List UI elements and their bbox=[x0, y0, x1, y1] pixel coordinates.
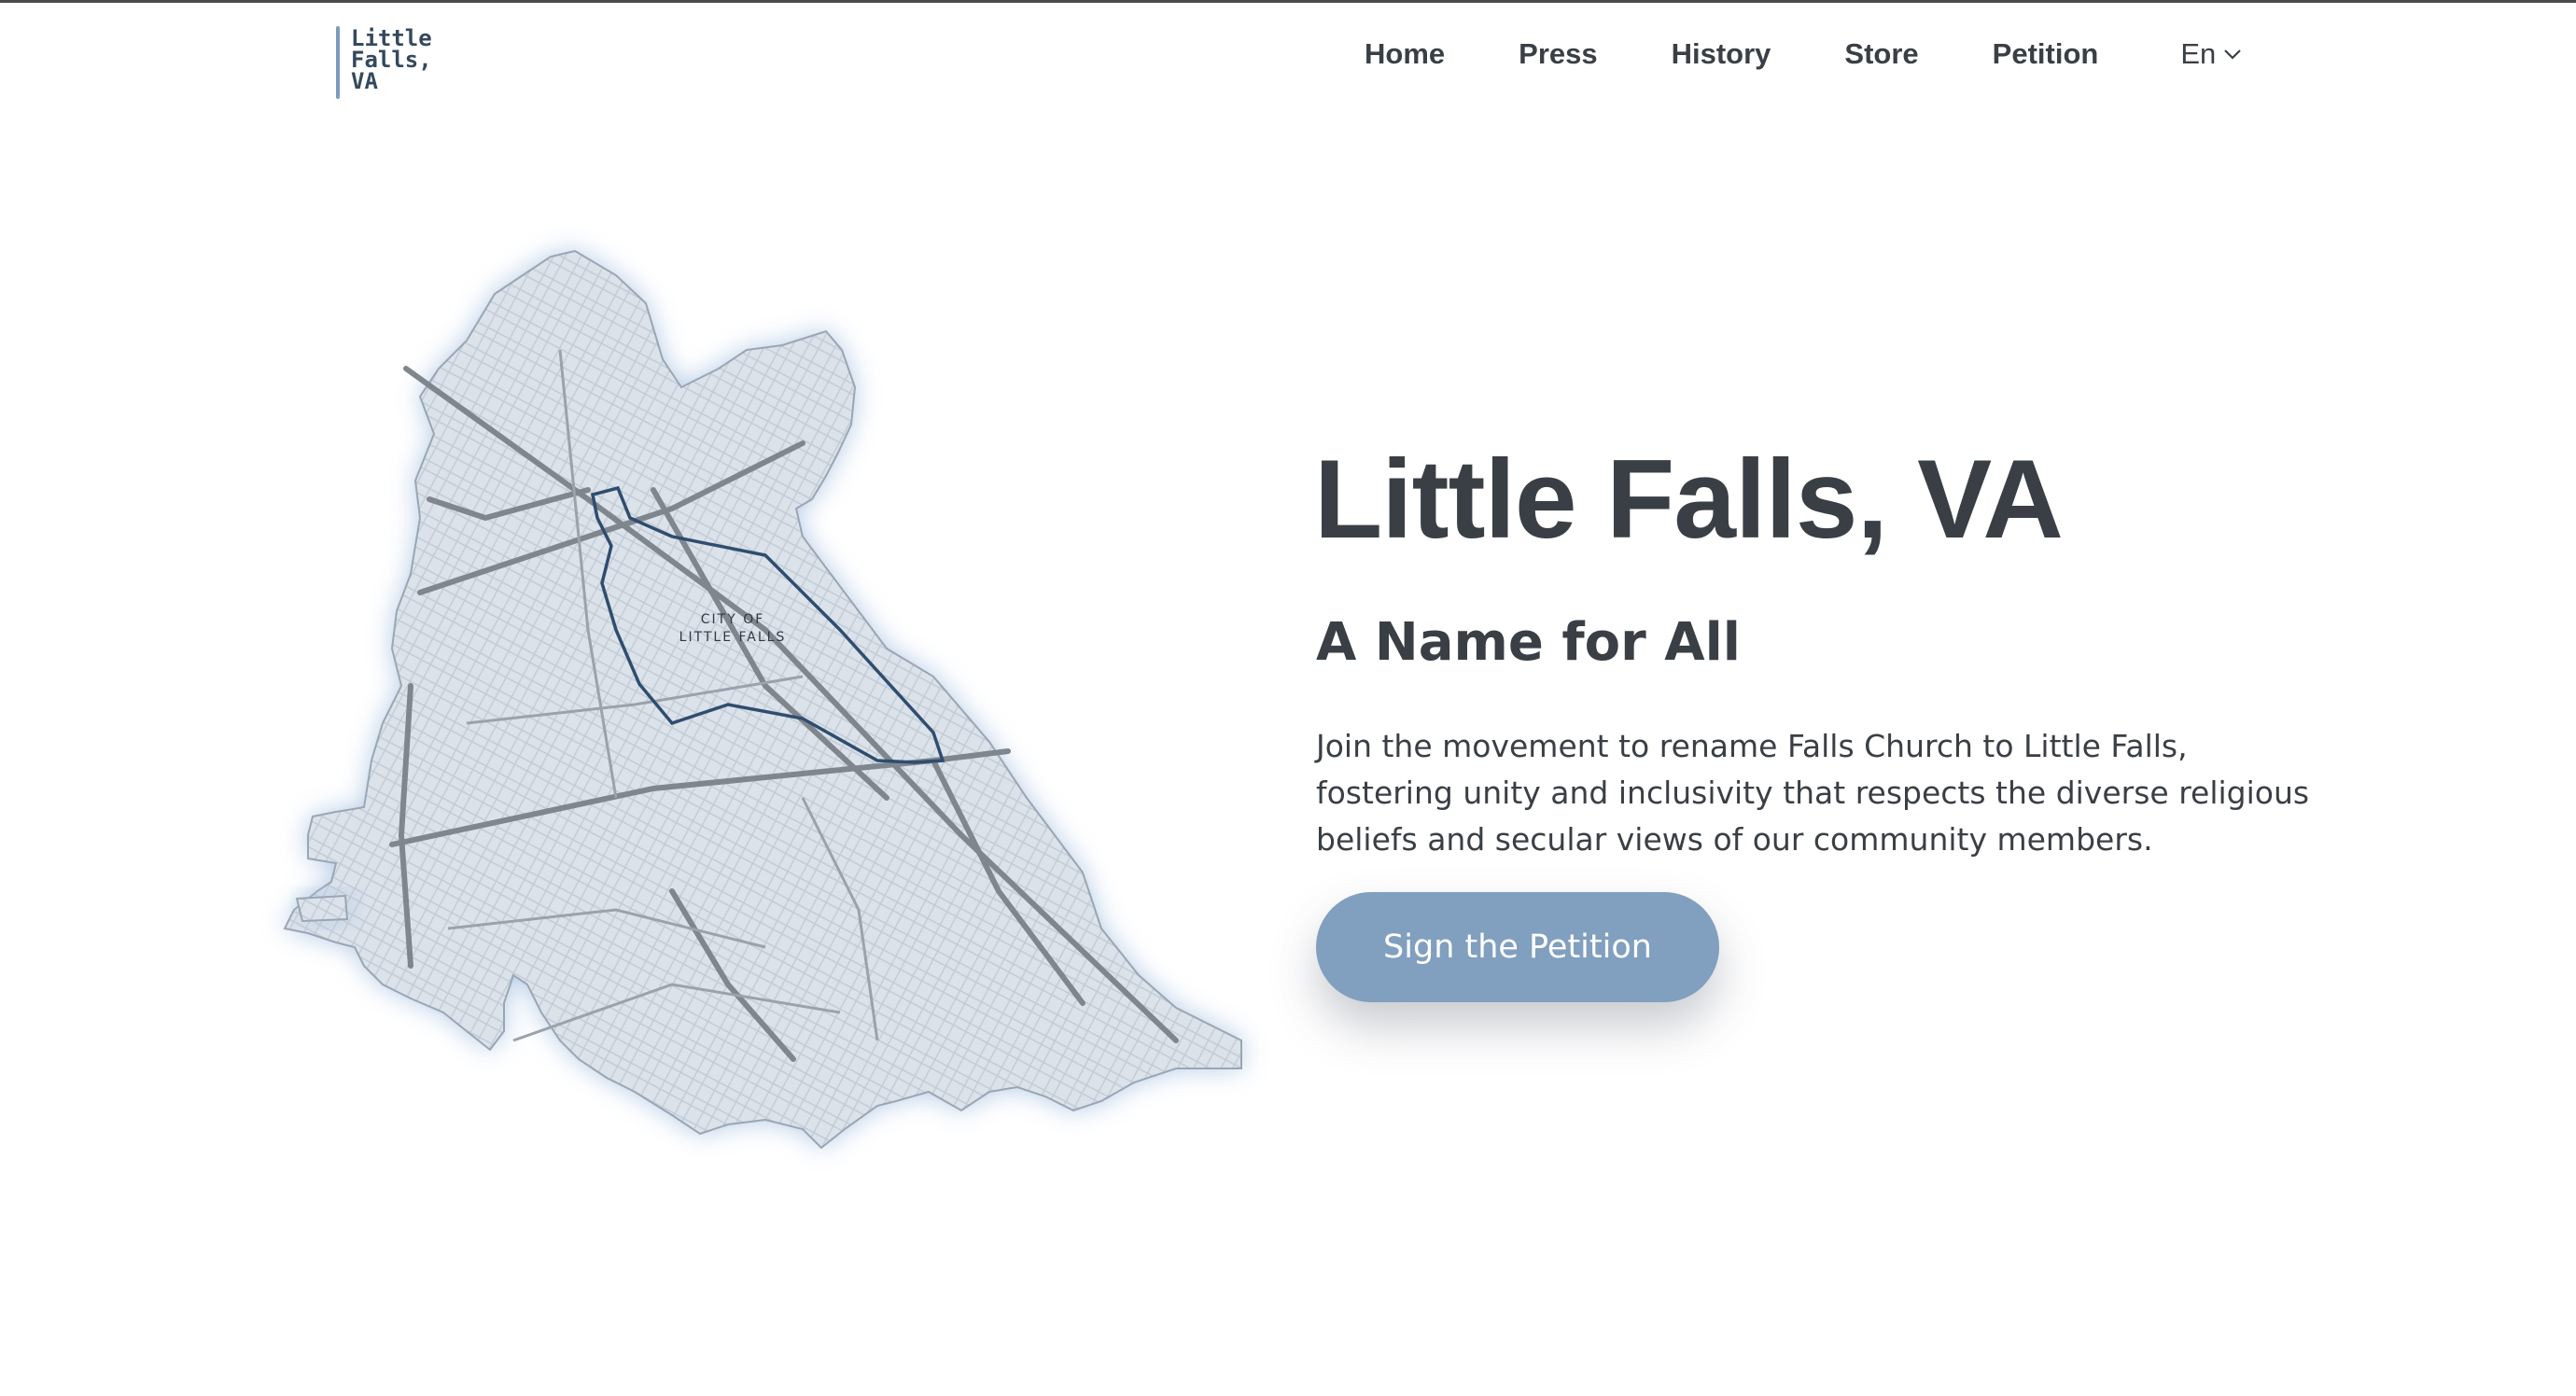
nav-petition[interactable]: Petition bbox=[1993, 37, 2099, 71]
nav-press[interactable]: Press bbox=[1519, 37, 1597, 71]
main-nav: Home Press History Store Petition En bbox=[1365, 37, 2242, 71]
city-map: CITY OF LITTLE FALLS bbox=[280, 238, 1260, 1157]
language-selector[interactable]: En bbox=[2180, 37, 2242, 71]
logo-text: Little Falls, VA bbox=[351, 25, 432, 94]
chevron-down-icon bbox=[2224, 49, 2242, 60]
sign-petition-button[interactable]: Sign the Petition bbox=[1316, 892, 1719, 1002]
top-border bbox=[0, 0, 2576, 3]
logo-bar bbox=[336, 26, 340, 99]
language-label: En bbox=[2180, 37, 2217, 70]
page-title: Little Falls, VA bbox=[1314, 437, 2064, 562]
nav-store[interactable]: Store bbox=[1844, 37, 1918, 71]
map-label-line1: CITY OF bbox=[701, 612, 765, 627]
nav-history[interactable]: History bbox=[1672, 37, 1771, 71]
site-logo[interactable]: Little Falls, VA bbox=[336, 26, 432, 99]
map-label-line2: LITTLE FALLS bbox=[679, 630, 787, 645]
map-illustration: CITY OF LITTLE FALLS bbox=[283, 249, 1242, 1150]
hero-description: Join the movement to rename Falls Church… bbox=[1316, 728, 2310, 858]
nav-home[interactable]: Home bbox=[1365, 37, 1445, 71]
page-subtitle: A Name for All bbox=[1316, 612, 1741, 673]
